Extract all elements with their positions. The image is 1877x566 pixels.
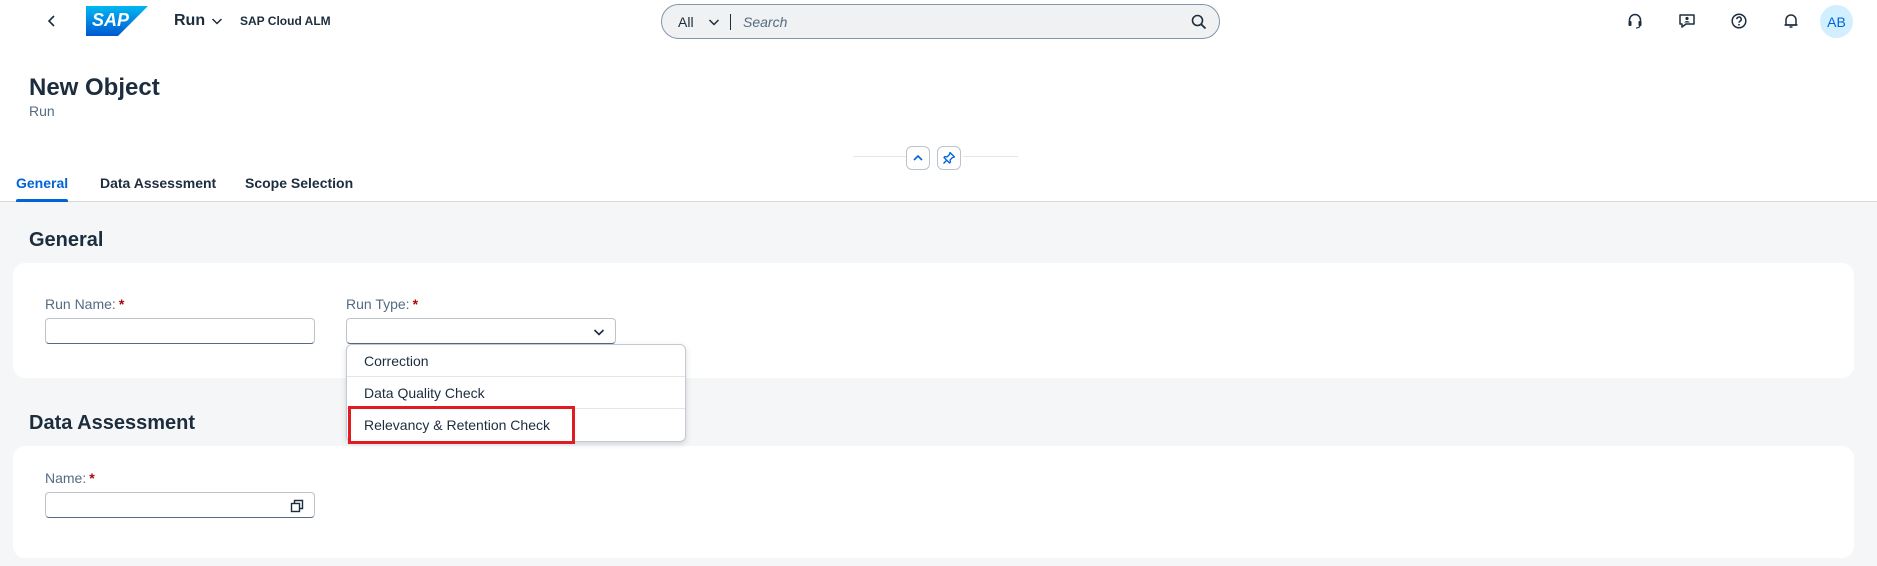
- assessment-name-label-text: Name:: [45, 470, 87, 486]
- object-page-header: New Object Run General Data Assessment S…: [0, 42, 1877, 202]
- shell-bar: SAP Run SAP Cloud ALM All AB: [0, 0, 1877, 42]
- shell-actions: AB: [0, 5, 1877, 38]
- run-type-select[interactable]: [346, 318, 616, 344]
- help-icon: [1731, 13, 1747, 29]
- help-button[interactable]: [1723, 5, 1755, 37]
- run-name-label: Run Name: *: [45, 296, 124, 312]
- run-name-label-text: Run Name:: [45, 296, 116, 312]
- page-title: New Object: [29, 74, 160, 101]
- required-marker: *: [118, 296, 125, 312]
- bell-icon: [1784, 14, 1798, 28]
- collapse-header-icon: [913, 154, 923, 161]
- section-title-data-assessment: Data Assessment: [29, 412, 196, 434]
- required-marker: *: [89, 470, 95, 486]
- feedback-button[interactable]: [1671, 5, 1703, 37]
- run-type-label-text: Run Type:: [346, 296, 410, 312]
- chevron-down-icon: [593, 329, 605, 336]
- headset-icon: [1628, 13, 1642, 29]
- run-name-input[interactable]: [45, 318, 315, 344]
- header-divider-left: [853, 156, 908, 157]
- tab-general[interactable]: General: [16, 168, 69, 202]
- value-help-icon: [290, 499, 304, 513]
- value-help-button[interactable]: [288, 497, 306, 515]
- dropdown-option-data-quality-check[interactable]: Data Quality Check: [347, 377, 685, 409]
- support-button[interactable]: [1619, 5, 1651, 37]
- header-divider-right: [963, 156, 1018, 157]
- required-marker: *: [412, 296, 419, 312]
- tab-data-assessment[interactable]: Data Assessment: [100, 168, 216, 202]
- dropdown-option-correction[interactable]: Correction: [347, 345, 685, 377]
- pin-icon: [943, 151, 956, 164]
- user-avatar[interactable]: AB: [1820, 5, 1853, 38]
- notifications-button[interactable]: [1775, 5, 1807, 37]
- run-type-label: Run Type: *: [346, 296, 418, 312]
- collapse-header-button[interactable]: [906, 146, 930, 170]
- page-subtitle: Run: [29, 103, 55, 119]
- dropdown-option-relevancy-retention-check[interactable]: Relevancy & Retention Check: [347, 409, 685, 441]
- assessment-name-label: Name: *: [45, 470, 95, 486]
- pin-header-button[interactable]: [937, 146, 961, 170]
- assessment-name-input[interactable]: [45, 492, 315, 518]
- run-type-dropdown-list: Correction Data Quality Check Relevancy …: [346, 344, 686, 442]
- run-type-dropdown-arrow[interactable]: [591, 324, 607, 340]
- section-title-general: General: [29, 229, 104, 251]
- feedback-icon: [1679, 14, 1695, 28]
- tab-scope-selection[interactable]: Scope Selection: [245, 168, 353, 202]
